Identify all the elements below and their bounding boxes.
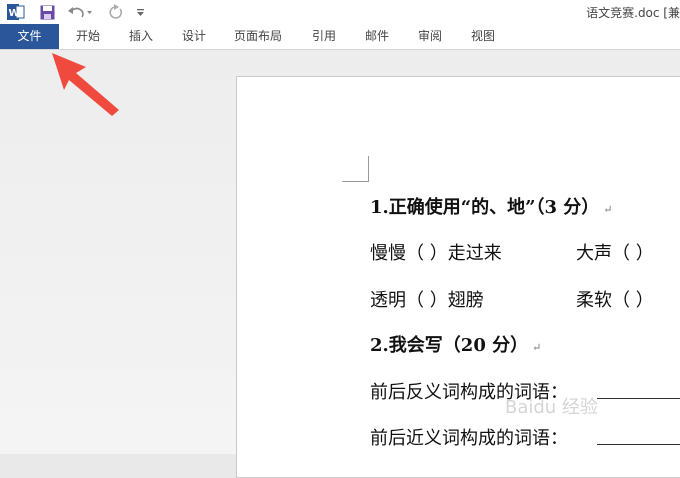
annotation-arrow-icon (52, 53, 119, 116)
